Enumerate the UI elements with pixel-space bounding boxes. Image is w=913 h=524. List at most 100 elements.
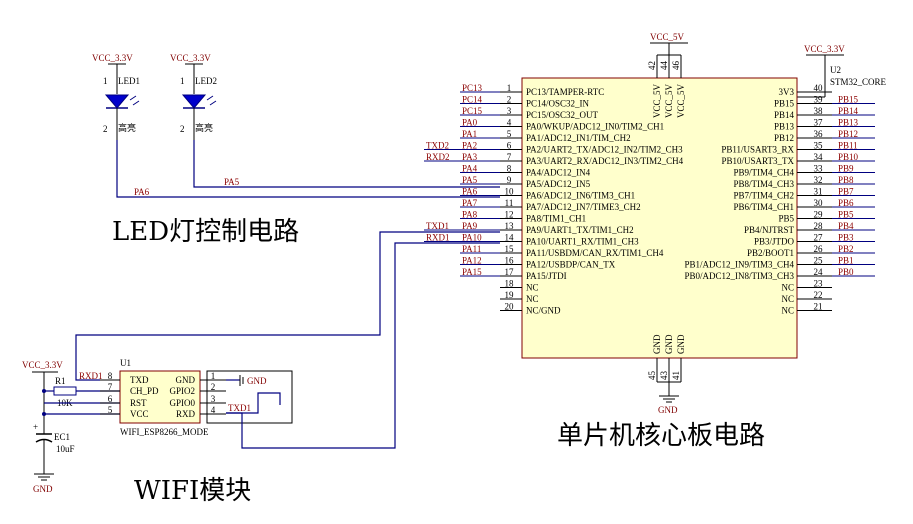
mcu-vcc5-label: VCC_5V: [650, 32, 685, 42]
mcu-left-net-label: PA4: [462, 164, 478, 174]
mcu-right-pin-num: 32: [814, 175, 823, 185]
wire-pa5: [193, 140, 500, 188]
mcu-bottom-pin-num: 41: [671, 371, 681, 380]
mcu-left-pin-num: 2: [507, 95, 512, 105]
wifi-right-pin-name: RXD: [176, 409, 196, 419]
mcu-left-pin-num: 4: [507, 118, 512, 128]
mcu-left-pin-num: 1: [507, 83, 512, 93]
mcu-u2[interactable]: VCC_5V VCC_3.3V U2 STM32_CORE 1 PC13/TAMP…: [424, 32, 887, 451]
mcu-right-net-label: PB5: [838, 210, 854, 220]
led1-value: 高亮: [118, 122, 136, 133]
mcu-right-pin-name: 3V3: [779, 87, 795, 97]
mcu-bottom-pin-num: 43: [659, 371, 669, 381]
mcu-right-pin-num: 35: [814, 141, 824, 151]
mcu-right-pin-name: PB6/TIM4_CH1: [733, 202, 794, 212]
wifi-right-pin-num: 1: [211, 371, 216, 381]
mcu-right-pin-name: PB12: [774, 133, 794, 143]
wifi-module[interactable]: VCC_3.3V R1 10K + EC1 10uF GND U1 8 TXD7…: [22, 231, 500, 506]
mcu-left-pin-num: 17: [505, 267, 515, 277]
wifi-part: WIFI_ESP8266_MODE: [120, 427, 209, 437]
mcu-left-pin-num: 14: [505, 233, 515, 243]
mcu-right-net-label: PB15: [838, 95, 859, 105]
wire-txd1: [75, 231, 500, 381]
mcu-left-pin-num: 13: [505, 221, 515, 231]
wifi-left-pin-num: 7: [108, 382, 113, 392]
led1-pin2: 2: [103, 124, 108, 134]
mcu-right-pin-name: PB0/ADC12_IN8/TIM3_CH3: [684, 271, 794, 281]
led1[interactable]: VCC_3.3V LED1 1 2 高亮: [92, 53, 140, 140]
mcu-left-pin-num: 8: [507, 164, 512, 174]
mcu-left-net-label: PC13: [462, 83, 483, 93]
capacitor-ec1[interactable]: + EC1 10uF: [33, 422, 75, 454]
wifi-right-pin-num: 4: [211, 405, 216, 415]
mcu-top-pin-num: 44: [659, 61, 669, 71]
wifi-left-pin-name: VCC: [130, 409, 149, 419]
led2-net-label: PA5: [224, 177, 240, 187]
mcu-right-pin-name: PB1/ADC12_IN9/TIM3_CH4: [684, 260, 794, 270]
mcu-right-pin-name: PB15: [774, 99, 795, 109]
mcu-left-net-label: PA6: [462, 187, 478, 197]
mcu-bottom-pin-name: GND: [652, 334, 662, 354]
junction-2: [42, 412, 46, 416]
mcu-right-net-label: PB11: [838, 141, 858, 151]
led2-emit-arrows-icon: [206, 95, 217, 106]
mcu-right-net-label: PB6: [838, 198, 854, 208]
mcu-right-net-label: PB14: [838, 106, 859, 116]
mcu-3v3-label: VCC_3.3V: [804, 44, 845, 54]
wifi-right-pin-name: GPIO0: [169, 398, 195, 408]
mcu-left-pin-name: PA7/ADC12_IN7/TIME3_CH2: [526, 202, 641, 212]
mcu-left-net-label: PA12: [462, 256, 482, 266]
wifi-gnd-label: GND: [247, 376, 267, 386]
mcu-right-pin-name: NC: [781, 306, 794, 316]
mcu-left-pin-name: NC: [526, 283, 539, 293]
mcu-right-pin-num: 33: [814, 164, 824, 174]
mcu-left-net2-label: TXD1: [426, 221, 449, 231]
r1-body: [53, 386, 77, 396]
mcu-gnd-icon: [659, 395, 679, 403]
mcu-right-pin-num: 38: [814, 106, 824, 116]
mcu-left-pin-name: PA12/USBDP/CAN_TX: [526, 260, 616, 270]
mcu-left-pin-name: PC14/OSC32_IN: [526, 99, 590, 109]
mcu-right-pin-num: 30: [814, 198, 824, 208]
mcu-left-net-label: PA2: [462, 141, 477, 151]
r1-ref: R1: [55, 376, 66, 386]
led1-net-label: PA6: [134, 187, 150, 197]
mcu-right-pin-name: PB14: [774, 110, 795, 120]
junction-1: [42, 389, 46, 393]
mcu-left-pin-num: 9: [507, 175, 512, 185]
led1-ref: LED1: [118, 76, 140, 86]
mcu-right-pin-num: 23: [814, 279, 824, 289]
mcu-right-pin-num: 26: [814, 244, 824, 254]
mcu-left-pin-name: PA3/UART2_RX/ADC12_IN3/TIM2_CH4: [526, 156, 684, 166]
mcu-top-pin-num: 46: [671, 61, 681, 71]
mcu-left-net-label: PA11: [462, 244, 481, 254]
wifi-right-pin-num: 2: [211, 382, 216, 392]
wifi-left-pin-num: 5: [108, 405, 113, 415]
ec1-ref: EC1: [54, 432, 70, 442]
mcu-left-net2-label: RXD2: [426, 152, 450, 162]
mcu-left-pin-name: PC13/TAMPER-RTC: [526, 87, 604, 97]
mcu-right-pin-num: 27: [814, 233, 824, 243]
led2-vcc-label: VCC_3.3V: [170, 53, 211, 63]
wifi-section-title: WIFI模块: [134, 476, 251, 506]
mcu-top-pin-name: VCC_5V: [652, 83, 662, 118]
mcu-right-pin-num: 31: [814, 187, 823, 197]
mcu-right-net-label: PB1: [838, 256, 854, 266]
wifi-designator: U1: [120, 358, 131, 368]
wifi-left-pin-num: 8: [108, 371, 113, 381]
mcu-left-net-label: PC14: [462, 95, 483, 105]
mcu-left-pin-name: NC/GND: [526, 306, 561, 316]
mcu-left-pin-num: 3: [507, 106, 512, 116]
mcu-right-pin-num: 25: [814, 256, 824, 266]
led2[interactable]: VCC_3.3V LED2 1 2 高亮: [170, 53, 217, 140]
led-section-title: LED灯控制电路: [112, 217, 299, 247]
mcu-right-pin-num: 24: [814, 267, 824, 277]
mcu-right-pin-name: NC: [781, 283, 794, 293]
ec1-gnd-label: GND: [33, 484, 53, 494]
mcu-left-net-label: PA10: [462, 233, 482, 243]
mcu-bottom-pin-name: GND: [664, 334, 674, 354]
schematic-canvas: VCC_3.3V LED1 1 2 高亮 VCC_3.3V LED2 1 2 高…: [22, 32, 887, 506]
mcu-left-pin-num: 11: [505, 198, 514, 208]
led2-pin2: 2: [180, 124, 185, 134]
wifi-vcc-label: VCC_3.3V: [22, 360, 63, 370]
